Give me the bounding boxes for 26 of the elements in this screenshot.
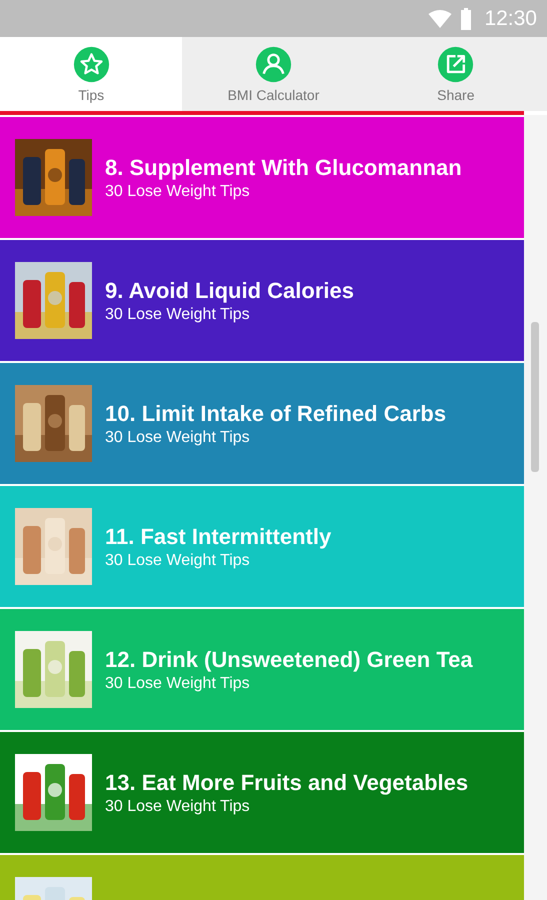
tip-row[interactable]: 10. Limit Intake of Refined Carbs 30 Lose Weight Tips xyxy=(0,363,524,484)
tip-title: 9. Avoid Liquid Calories xyxy=(105,278,354,304)
tab[interactable]: Share xyxy=(364,37,547,111)
tip-row[interactable]: 13. Eat More Fruits and Vegetables 30 Lose Weight Tips xyxy=(0,732,524,853)
tip-title: 11. Fast Intermittently xyxy=(105,524,332,550)
tip-subtitle: 30 Lose Weight Tips xyxy=(105,182,251,200)
tip-title: 8. Supplement With Glucomannan xyxy=(105,154,462,180)
tip-subtitle: 30 Lose Weight Tips xyxy=(105,552,251,570)
share-icon xyxy=(437,46,474,82)
tip-subtitle: 30 Lose Weight Tips xyxy=(105,798,251,816)
tab[interactable]: BMI Calculator xyxy=(182,37,365,111)
clock-time: 12:30 xyxy=(484,6,537,30)
tip-title: 10. Limit Intake of Refined Carbs xyxy=(105,400,446,426)
tip-title: 13. Eat More Fruits and Vegetables xyxy=(105,770,468,796)
person-icon xyxy=(254,46,292,82)
tip-row[interactable]: 9. Avoid Liquid Calories 30 Lose Weight Tips xyxy=(0,240,524,361)
tip-subtitle: 30 Lose Weight Tips xyxy=(105,674,251,692)
tip-row[interactable]: 11. Fast Intermittently 30 Lose Weight Tips xyxy=(0,486,524,607)
tip-subtitle: 30 Lose Weight Tips xyxy=(105,428,251,446)
battery-icon xyxy=(460,8,472,30)
scrollbar-thumb[interactable] xyxy=(531,322,539,472)
tip-title: 12. Drink (Unsweetened) Green Tea xyxy=(105,646,473,672)
tip-row[interactable]: 12. Drink (Unsweetened) Green Tea 30 Lose Weight Tips xyxy=(0,609,524,730)
tip-subtitle: 30 Lose Weight Tips xyxy=(105,306,251,324)
tip-row[interactable]: 8. Supplement With Glucomannan 30 Lose Weight Tips xyxy=(0,117,524,238)
wifi-icon xyxy=(428,8,452,28)
